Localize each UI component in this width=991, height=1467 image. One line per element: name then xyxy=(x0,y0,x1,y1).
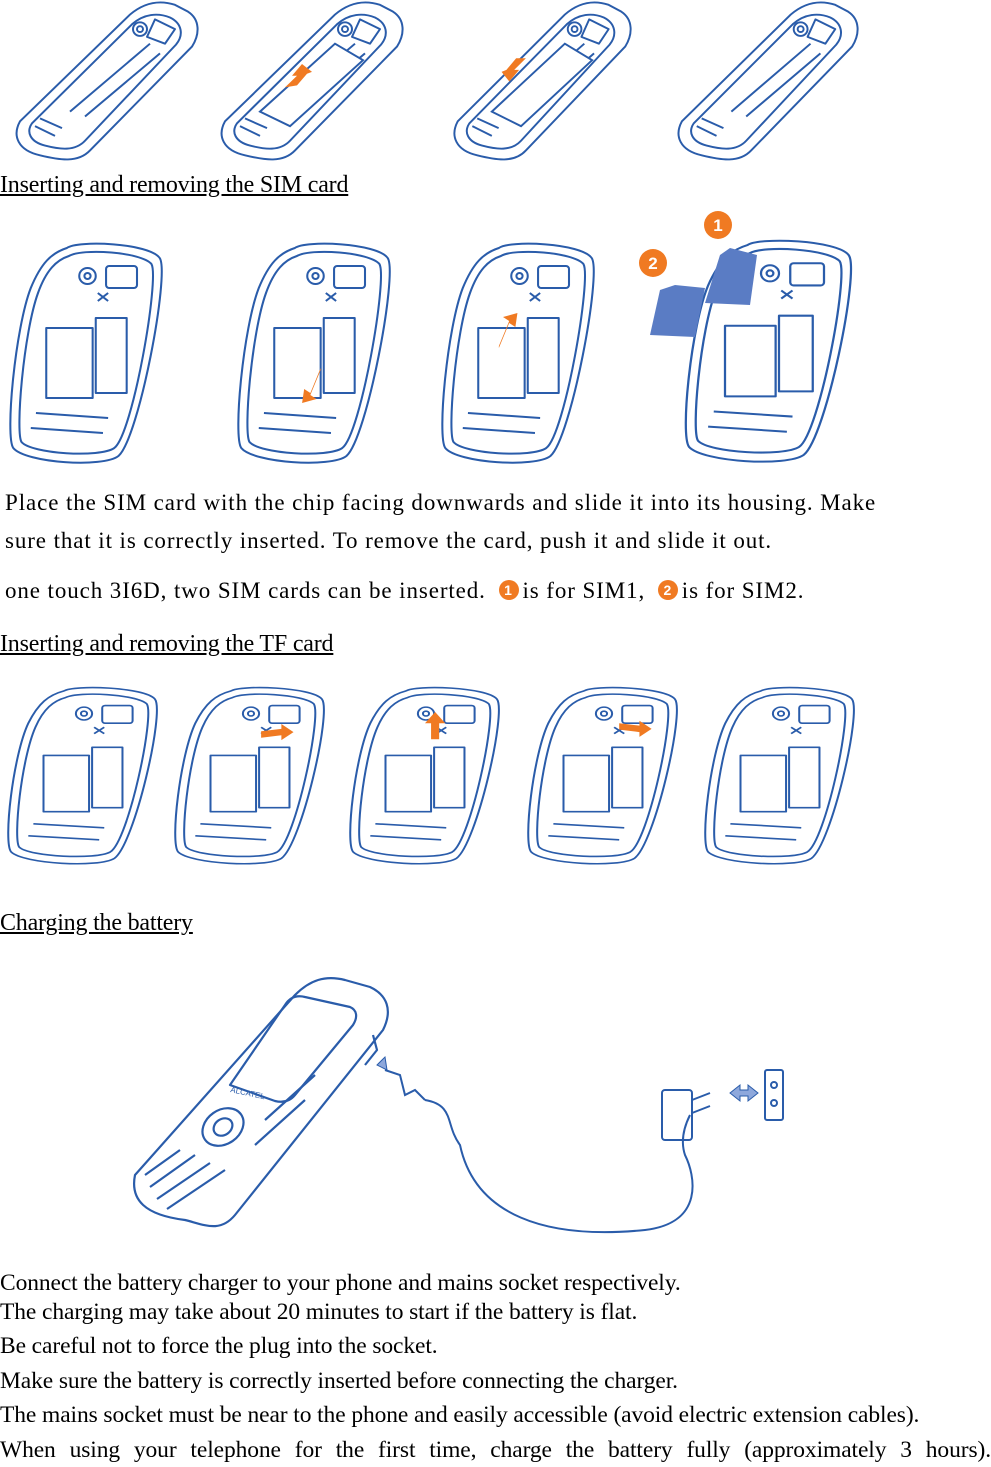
arrow-icon xyxy=(261,724,294,741)
charging-line: The charging may take about 20 minutes t… xyxy=(0,1299,638,1325)
brand-label: ALCATEL xyxy=(230,1085,267,1101)
charging-illustration: ALCATEL xyxy=(133,977,784,1234)
plug-arrow-icon xyxy=(376,1055,388,1071)
charging-line: When using your telephone for the first … xyxy=(0,1437,991,1463)
sim-paragraph-line-2: sure that it is correctly inserted. To r… xyxy=(5,528,773,553)
badge-2-icon: 2 xyxy=(657,580,678,600)
phone-back-illustration xyxy=(349,686,500,865)
sim-cards-illustration: 2 1 xyxy=(639,211,757,337)
sim-card-heading: Inserting and removing the SIM card xyxy=(0,172,349,198)
svg-text:2: 2 xyxy=(648,254,657,273)
charging-line: Be careful not to force the plug into th… xyxy=(0,1333,438,1359)
phone-back-illustration xyxy=(453,1,632,161)
phone-back-illustration xyxy=(9,242,163,464)
phone-back-illustration xyxy=(237,242,391,464)
sim-paragraph-line-1: Place the SIM card with the chip facing … xyxy=(5,490,877,515)
badge-1-icon: 1 xyxy=(498,580,519,600)
phone-back-illustration xyxy=(220,1,404,161)
sim2-text: is for SIM2. xyxy=(681,578,805,603)
arrow-icon xyxy=(498,313,518,348)
sim-note: one touch 3I6D, two SIM cards can be ins… xyxy=(5,578,804,604)
phone-back-illustration xyxy=(527,686,678,865)
charging-line: The mains socket must be near to the pho… xyxy=(0,1402,920,1428)
sim1-text: is for SIM1, xyxy=(522,578,646,603)
sim-note-text: one touch 3I6D, two SIM cards can be ins… xyxy=(5,578,486,603)
phone-back-illustration xyxy=(704,686,855,865)
tf-card-heading: Inserting and removing the TF card xyxy=(0,631,334,657)
phone-back-illustration xyxy=(677,1,859,161)
svg-text:1: 1 xyxy=(713,216,722,235)
charging-line: Make sure the battery is correctly inser… xyxy=(0,1368,678,1394)
phone-back-illustration xyxy=(7,686,158,865)
charging-heading: Charging the battery xyxy=(0,910,193,936)
charging-line: Connect the battery charger to your phon… xyxy=(0,1270,681,1296)
phone-back-illustration xyxy=(441,242,595,464)
socket-arrow-icon xyxy=(729,1083,759,1103)
phone-back-illustration xyxy=(15,1,199,161)
phone-back-illustration xyxy=(174,686,325,865)
